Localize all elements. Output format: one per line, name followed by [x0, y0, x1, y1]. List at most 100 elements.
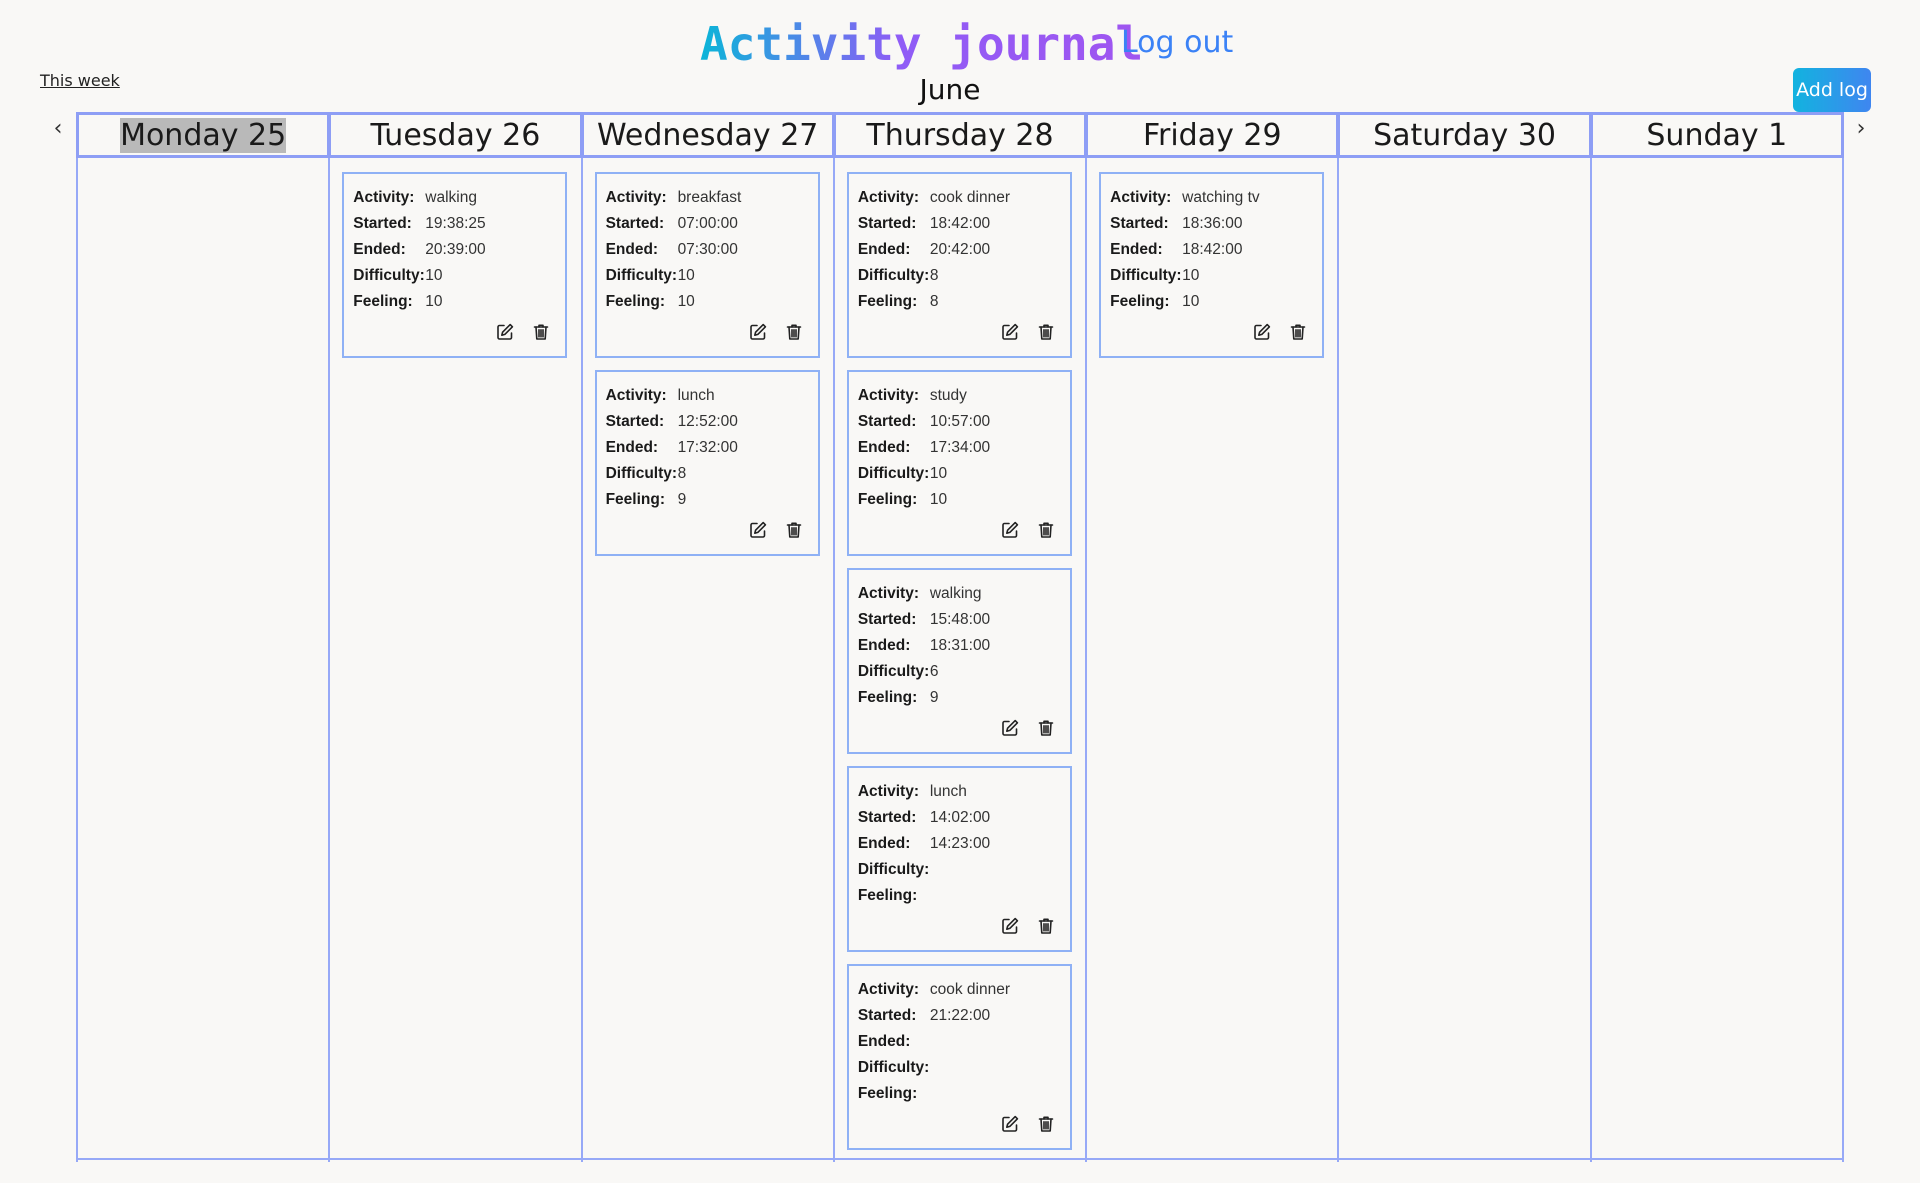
- app: Activity journal Log out This week June …: [0, 0, 1920, 1183]
- ended-value: 20:39:00: [425, 241, 486, 258]
- started-value: 15:48:00: [929, 611, 991, 628]
- card-actions: [495, 322, 551, 342]
- feeling-label: Feeling:: [605, 491, 665, 508]
- day-header: Saturday 30: [1337, 112, 1592, 158]
- started-value: 18:42:00: [929, 215, 991, 232]
- log-card: Activity: watching tv Started: 18:36:00 …: [1099, 172, 1325, 358]
- card-actions: [1000, 916, 1056, 936]
- day-header: Wednesday 27: [580, 112, 835, 158]
- next-week-chevron-icon[interactable]: ›: [1851, 116, 1871, 142]
- feeling-row: Feeling:: [858, 883, 1060, 909]
- card-actions: [1000, 520, 1056, 540]
- trash-icon[interactable]: [1036, 322, 1056, 342]
- activity-label: Activity:: [857, 387, 919, 404]
- difficulty-value: 10: [425, 267, 443, 284]
- trash-icon[interactable]: [1036, 1114, 1056, 1134]
- day-column: Saturday 30: [1337, 112, 1592, 1162]
- edit-icon[interactable]: [1000, 322, 1020, 342]
- difficulty-row: Difficulty: 8: [606, 461, 808, 487]
- add-log-button[interactable]: Add log: [1793, 68, 1871, 112]
- ended-row: Ended:: [858, 1029, 1060, 1055]
- day-log-list: [1591, 158, 1842, 1160]
- edit-icon[interactable]: [1252, 322, 1272, 342]
- ended-label: Ended:: [857, 439, 911, 456]
- trash-icon[interactable]: [1288, 322, 1308, 342]
- started-row: Started: 19:38:25: [353, 211, 555, 237]
- day-column: Tuesday 26 Activity: walking Started: 19…: [328, 112, 583, 1162]
- card-actions: [1000, 322, 1056, 342]
- edit-icon[interactable]: [1000, 520, 1020, 540]
- activity-label: Activity:: [1110, 189, 1172, 206]
- feeling-row: Feeling: 10: [606, 289, 808, 315]
- trash-icon[interactable]: [1036, 718, 1056, 738]
- edit-icon[interactable]: [1000, 1114, 1020, 1134]
- this-week-link[interactable]: This week: [40, 71, 120, 91]
- started-row: Started: 18:42:00: [858, 211, 1060, 237]
- activity-value: watching tv: [1182, 189, 1260, 206]
- day-log-list: Activity: watching tv Started: 18:36:00 …: [1087, 158, 1338, 1160]
- ended-row: Ended: 14:23:00: [858, 831, 1060, 857]
- feeling-row: Feeling: 10: [353, 289, 555, 315]
- log-card: Activity: cook dinner Started: 21:22:00 …: [846, 964, 1072, 1150]
- trash-icon[interactable]: [784, 322, 804, 342]
- day-label: Friday 29: [1142, 117, 1282, 153]
- ended-label: Ended:: [605, 439, 659, 456]
- activity-value: cook dinner: [929, 981, 1010, 998]
- activity-label: Activity:: [353, 189, 415, 206]
- ended-value: 18:42:00: [1182, 241, 1243, 258]
- feeling-label: Feeling:: [857, 689, 918, 706]
- edit-icon[interactable]: [1000, 916, 1020, 936]
- log-card: Activity: cook dinner Started: 18:42:00 …: [846, 172, 1072, 358]
- day-label: Saturday 30: [1373, 117, 1556, 153]
- day-header: Tuesday 26: [328, 112, 583, 158]
- started-value: 18:36:00: [1182, 215, 1243, 232]
- feeling-label: Feeling:: [857, 491, 918, 508]
- feeling-label: Feeling:: [857, 887, 918, 904]
- day-column: Sunday 1: [1589, 112, 1844, 1162]
- edit-icon[interactable]: [495, 322, 515, 342]
- trash-icon[interactable]: [531, 322, 551, 342]
- difficulty-row: Difficulty:: [858, 1055, 1060, 1081]
- week-grid: Monday 25 Tuesday 26 Activity: walking S…: [76, 112, 1844, 1162]
- difficulty-value: 10: [929, 465, 948, 482]
- difficulty-row: Difficulty: 10: [353, 263, 555, 289]
- activity-label: Activity:: [605, 387, 667, 404]
- day-header: Monday 25: [76, 112, 331, 158]
- day-log-list: Activity: cook dinner Started: 18:42:00 …: [834, 158, 1086, 1160]
- edit-icon[interactable]: [1000, 718, 1020, 738]
- trash-icon[interactable]: [784, 520, 804, 540]
- activity-value: lunch: [677, 387, 715, 404]
- logout-link[interactable]: Log out: [1121, 24, 1233, 62]
- feeling-value: 10: [1182, 293, 1200, 310]
- difficulty-label: Difficulty:: [1110, 267, 1182, 284]
- day-label: Tuesday 26: [370, 117, 541, 153]
- difficulty-row: Difficulty: 10: [858, 461, 1060, 487]
- feeling-row: Feeling: 8: [858, 289, 1060, 315]
- trash-icon[interactable]: [1036, 916, 1056, 936]
- activity-value: cook dinner: [929, 189, 1010, 206]
- ended-label: Ended:: [857, 241, 911, 258]
- difficulty-row: Difficulty:: [858, 857, 1060, 883]
- log-card: Activity: breakfast Started: 07:00:00 En…: [594, 172, 820, 358]
- activity-label: Activity:: [857, 783, 919, 800]
- ended-row: Ended: 20:39:00: [353, 237, 555, 263]
- ended-value: 20:42:00: [929, 241, 991, 258]
- difficulty-label: Difficulty:: [353, 267, 425, 284]
- ended-label: Ended:: [353, 241, 406, 258]
- day-log-list: [78, 158, 329, 1160]
- started-value: 19:38:25: [425, 215, 486, 232]
- feeling-row: Feeling: 10: [858, 487, 1060, 513]
- trash-icon[interactable]: [1036, 520, 1056, 540]
- started-label: Started:: [857, 611, 917, 628]
- day-label: Wednesday 27: [597, 117, 819, 153]
- prev-week-chevron-icon[interactable]: ‹: [48, 116, 68, 142]
- edit-icon[interactable]: [748, 520, 768, 540]
- ended-value: 07:30:00: [677, 241, 738, 258]
- edit-icon[interactable]: [748, 322, 768, 342]
- card-actions: [748, 520, 804, 540]
- day-label: Sunday 1: [1646, 117, 1788, 153]
- activity-label: Activity:: [605, 189, 667, 206]
- started-label: Started:: [605, 413, 665, 430]
- started-row: Started: 14:02:00: [858, 805, 1060, 831]
- activity-row: Activity: lunch: [858, 779, 1060, 805]
